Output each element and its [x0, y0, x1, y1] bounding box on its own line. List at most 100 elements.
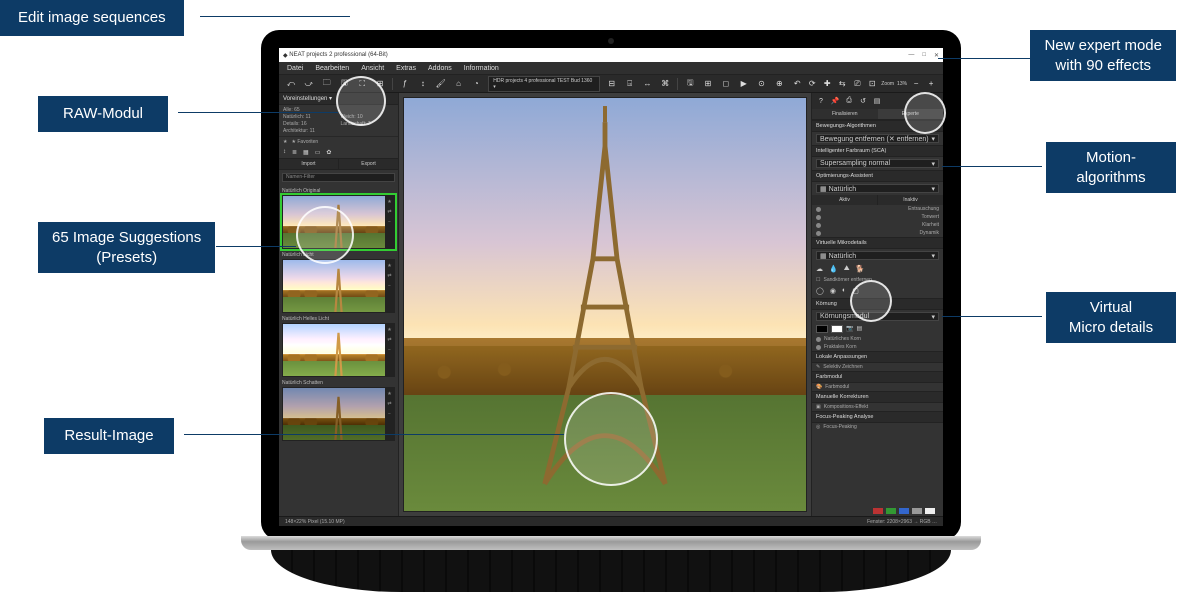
redo-icon[interactable]: ⤻ — [303, 78, 315, 90]
pill-blue[interactable] — [899, 508, 909, 514]
window-maximize-button[interactable]: □ — [922, 52, 926, 59]
minus-icon[interactable]: − — [388, 219, 391, 225]
sca-section-header[interactable]: Intelligenter Farbraum (SCA) — [812, 145, 943, 157]
stat-details[interactable]: Details: 16 — [283, 121, 337, 127]
motion-dropdown[interactable]: Bewegung entfernen (✕ entfernen)▾ — [816, 134, 939, 143]
stat-landschaft[interactable]: Landschaft: 7 — [341, 121, 395, 127]
project-dropdown[interactable]: HDR projects 4 professional TEST Bud 136… — [488, 76, 600, 92]
add-icon[interactable]: ⊕ — [773, 78, 785, 90]
preset-item[interactable]: Natürlich Original ★⇄− — [282, 188, 395, 249]
more-icon[interactable]: ▤ — [872, 96, 882, 106]
color-item[interactable]: 🎨Farbmodul — [812, 383, 943, 391]
pill-white[interactable] — [925, 508, 935, 514]
fx-icon[interactable]: ƒ — [399, 78, 411, 90]
grain-item[interactable]: Fraktales Korn — [812, 343, 943, 351]
gear-icon[interactable]: ✿ — [326, 149, 331, 156]
plus-icon[interactable]: ✚ — [821, 78, 833, 90]
optimization-section-header[interactable]: Optimierungs-Assistent — [812, 170, 943, 182]
preset-thumbnail[interactable]: ★ ⇄ − — [282, 195, 395, 249]
circle3-icon[interactable]: ◐ — [842, 287, 846, 295]
menu-datei[interactable]: Datei — [287, 65, 303, 72]
grid-icon[interactable]: ⊞ — [374, 78, 386, 90]
disk-icon[interactable]: 🖫 — [684, 78, 696, 90]
stat-weich[interactable]: Weich: 10 — [341, 114, 395, 120]
home-icon[interactable]: ⌂ — [453, 78, 465, 90]
pill-red[interactable] — [873, 508, 883, 514]
local-item[interactable]: ✎Selektiv Zeichnen — [812, 363, 943, 371]
import-button[interactable]: Import — [279, 159, 338, 169]
menu-ansicht[interactable]: Ansicht — [361, 65, 384, 72]
cmd-icon[interactable]: ⌘ — [659, 78, 671, 90]
stat-architektur[interactable]: Architektur: 11 — [283, 128, 337, 134]
focus-item[interactable]: ◎Focus-Peaking — [812, 423, 943, 431]
window-icon[interactable]: ◻ — [720, 78, 732, 90]
export-button[interactable]: Export — [338, 159, 398, 169]
preset-thumbnail[interactable]: ★⇄− — [282, 259, 395, 313]
name-filter-input[interactable]: Namen-Filter — [282, 173, 395, 182]
vmd-checkbox[interactable]: ☐Sandkörner entfernen — [812, 276, 943, 284]
fx-item[interactable]: ▣Kompositions-Effekt — [812, 403, 943, 411]
open-icon[interactable]: 🗀 — [321, 78, 333, 90]
circle1-icon[interactable]: ◯ — [816, 287, 824, 295]
thumbs-icon[interactable]: ⊞ — [702, 78, 714, 90]
preset-thumbnail[interactable]: ★⇄− — [282, 323, 395, 377]
drop-icon[interactable]: 💧 — [829, 265, 838, 273]
undo-icon[interactable]: ⤺ — [285, 78, 297, 90]
preset-thumbnail[interactable]: ★⇄− — [282, 387, 395, 441]
rotate-right-icon[interactable]: ⟳ — [806, 78, 818, 90]
panel-icon[interactable]: ⊟ — [606, 78, 618, 90]
menu-bearbeiten[interactable]: Bearbeiten — [315, 65, 349, 72]
optimization-dropdown[interactable]: ▦ Natürlich▾ — [816, 184, 939, 193]
reset-icon[interactable]: ↺ — [858, 96, 868, 106]
circle2-icon[interactable]: ◉ — [830, 287, 836, 295]
swatch-black[interactable] — [816, 325, 828, 333]
hist-icon[interactable]: ⎙ — [844, 96, 854, 106]
sort-icon[interactable]: ↕ — [283, 149, 286, 156]
swatch-white[interactable] — [831, 325, 843, 333]
grain-icon[interactable]: ▤ — [856, 325, 862, 333]
focus-section-header[interactable]: Focus-Peaking Analyse — [812, 411, 943, 423]
sca-dropdown[interactable]: Supersampling normal▾ — [816, 159, 939, 168]
save-icon[interactable]: 🖫 — [339, 78, 351, 90]
opt-item[interactable]: Tonwert — [812, 213, 943, 221]
screen-icon[interactable]: ⎚ — [851, 78, 863, 90]
local-section-header[interactable]: Lokale Anpassungen — [812, 351, 943, 363]
square-icon[interactable]: ▢ — [852, 287, 859, 295]
favorites-row[interactable]: ★ ★ Favoriten — [279, 137, 398, 147]
preset-item[interactable]: Natürlich Schatten ★⇄− — [282, 380, 395, 441]
menu-addons[interactable]: Addons — [428, 65, 452, 72]
preset-item[interactable]: Natürlich Helles Licht ★⇄− — [282, 316, 395, 377]
box-icon[interactable]: ⊡ — [866, 78, 878, 90]
fx-section-header[interactable]: Manuelle Korrekturen — [812, 391, 943, 403]
motion-section-header[interactable]: Bewegungs-Algorithmen — [812, 120, 943, 132]
color-section-header[interactable]: Farbmodul — [812, 371, 943, 383]
timer-icon[interactable]: ◔ — [470, 78, 482, 90]
layout-icon[interactable]: ⍈ — [624, 78, 636, 90]
tab-finalize[interactable]: Finalisieren — [812, 109, 878, 119]
thumb-icon[interactable]: ▦ — [303, 149, 309, 156]
stat-natuerlich[interactable]: Natürlich: 11 — [283, 114, 337, 120]
window-minimize-button[interactable]: — — [908, 52, 914, 59]
zoom-in-button[interactable]: + — [925, 78, 937, 90]
preset-item[interactable]: Natürlich Licht ★⇄− — [282, 252, 395, 313]
menu-information[interactable]: Information — [464, 65, 499, 72]
opt-item[interactable]: Klarheit — [812, 221, 943, 229]
iso-icon[interactable]: 📷 — [846, 325, 853, 333]
grain-item[interactable]: Natürliches Korn — [812, 335, 943, 343]
pill-green[interactable] — [886, 508, 896, 514]
pin-icon[interactable]: 📌 — [830, 96, 840, 106]
circle-icon[interactable]: ⊙ — [756, 78, 768, 90]
tab-expert[interactable]: Experte — [878, 109, 944, 119]
crop-icon[interactable]: ⛶ — [356, 78, 368, 90]
expand-icon[interactable]: ▭ — [315, 149, 321, 156]
rotate-left-icon[interactable]: ↶ — [791, 78, 803, 90]
compare-icon[interactable]: ⇄ — [387, 209, 391, 215]
zoom-out-button[interactable]: − — [910, 78, 922, 90]
levels-icon[interactable]: ↕ — [417, 78, 429, 90]
vmd-dropdown[interactable]: ▦ Natürlich▾ — [816, 251, 939, 260]
menu-extras[interactable]: Extras — [396, 65, 416, 72]
result-image-viewport[interactable] — [403, 97, 807, 512]
star-icon[interactable]: ★ — [387, 199, 391, 205]
animal-icon[interactable]: 🐕 — [856, 265, 865, 273]
compare-icon[interactable]: ↔ — [642, 78, 654, 90]
